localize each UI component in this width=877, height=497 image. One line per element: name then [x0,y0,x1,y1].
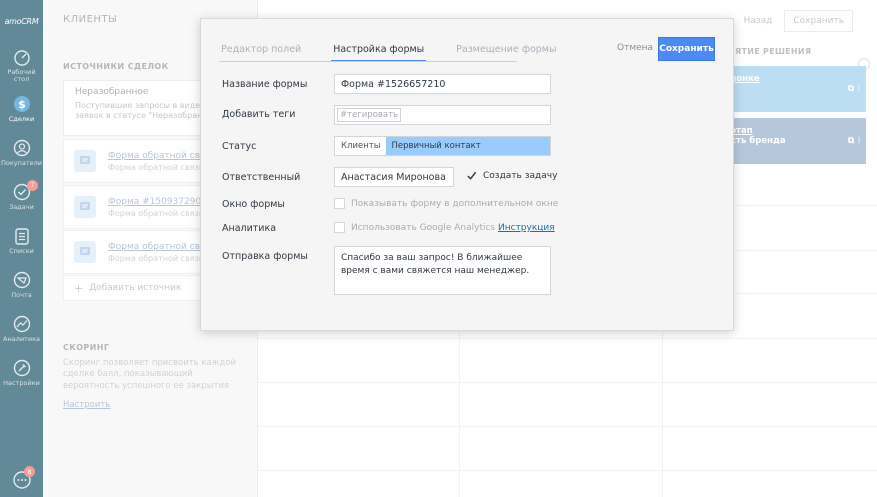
cancel-button[interactable]: Отмена [617,43,653,53]
tags-placeholder: #тегировать [337,108,402,122]
form-name-label: Название формы [222,79,308,90]
analytics-label: Аналитика [222,223,277,234]
status-select[interactable]: Клиенты Первичный контакт [334,136,551,156]
window-option: Показывать форму в дополнительном окне [351,198,559,209]
status-pipeline: Клиенты [341,141,381,151]
tags-label: Добавить теги [222,109,296,120]
tab-form-placement[interactable]: Размещение формы [454,42,558,62]
send-message-textarea[interactable]: Спасибо за ваш запрос! В ближайшее время… [334,246,551,295]
checkmark-icon [467,171,477,180]
modal-tabs: Редактор полей Настройка формы Размещени… [219,42,586,62]
tab-form-settings[interactable]: Настройка формы [331,42,427,62]
checkbox-box [334,222,345,233]
responsible-value: Анастасия Миронова [341,171,446,183]
responsible-select[interactable]: Анастасия Миронова [334,167,454,187]
tab-field-editor[interactable]: Редактор полей [219,42,303,62]
create-task-label: Создать задачу [483,170,558,181]
instruction-link[interactable]: Инструкция [498,223,555,233]
window-label: Окно формы [222,199,285,210]
analytics-checkbox[interactable]: Использовать Google Analytics [334,222,495,233]
form-settings-modal: Редактор полей Настройка формы Размещени… [200,18,734,331]
save-button[interactable]: Сохранить [658,37,715,61]
responsible-label: Ответственный [222,172,301,183]
status-label: Статус [222,141,257,152]
form-name-value: Форма #1526657210 [341,78,446,90]
form-name-input[interactable]: Форма #1526657210 [334,74,551,94]
window-checkbox[interactable]: Показывать форму в дополнительном окне [334,198,558,209]
status-stage: Первичный контакт [386,137,550,155]
send-label: Отправка формы [222,251,308,262]
tags-input[interactable]: #тегировать [334,105,551,125]
create-task-checkbox[interactable]: Создать задачу [466,170,557,181]
tabs-divider [219,61,517,62]
analytics-option: Использовать Google Analytics [351,222,496,233]
checkbox-box [334,198,345,209]
